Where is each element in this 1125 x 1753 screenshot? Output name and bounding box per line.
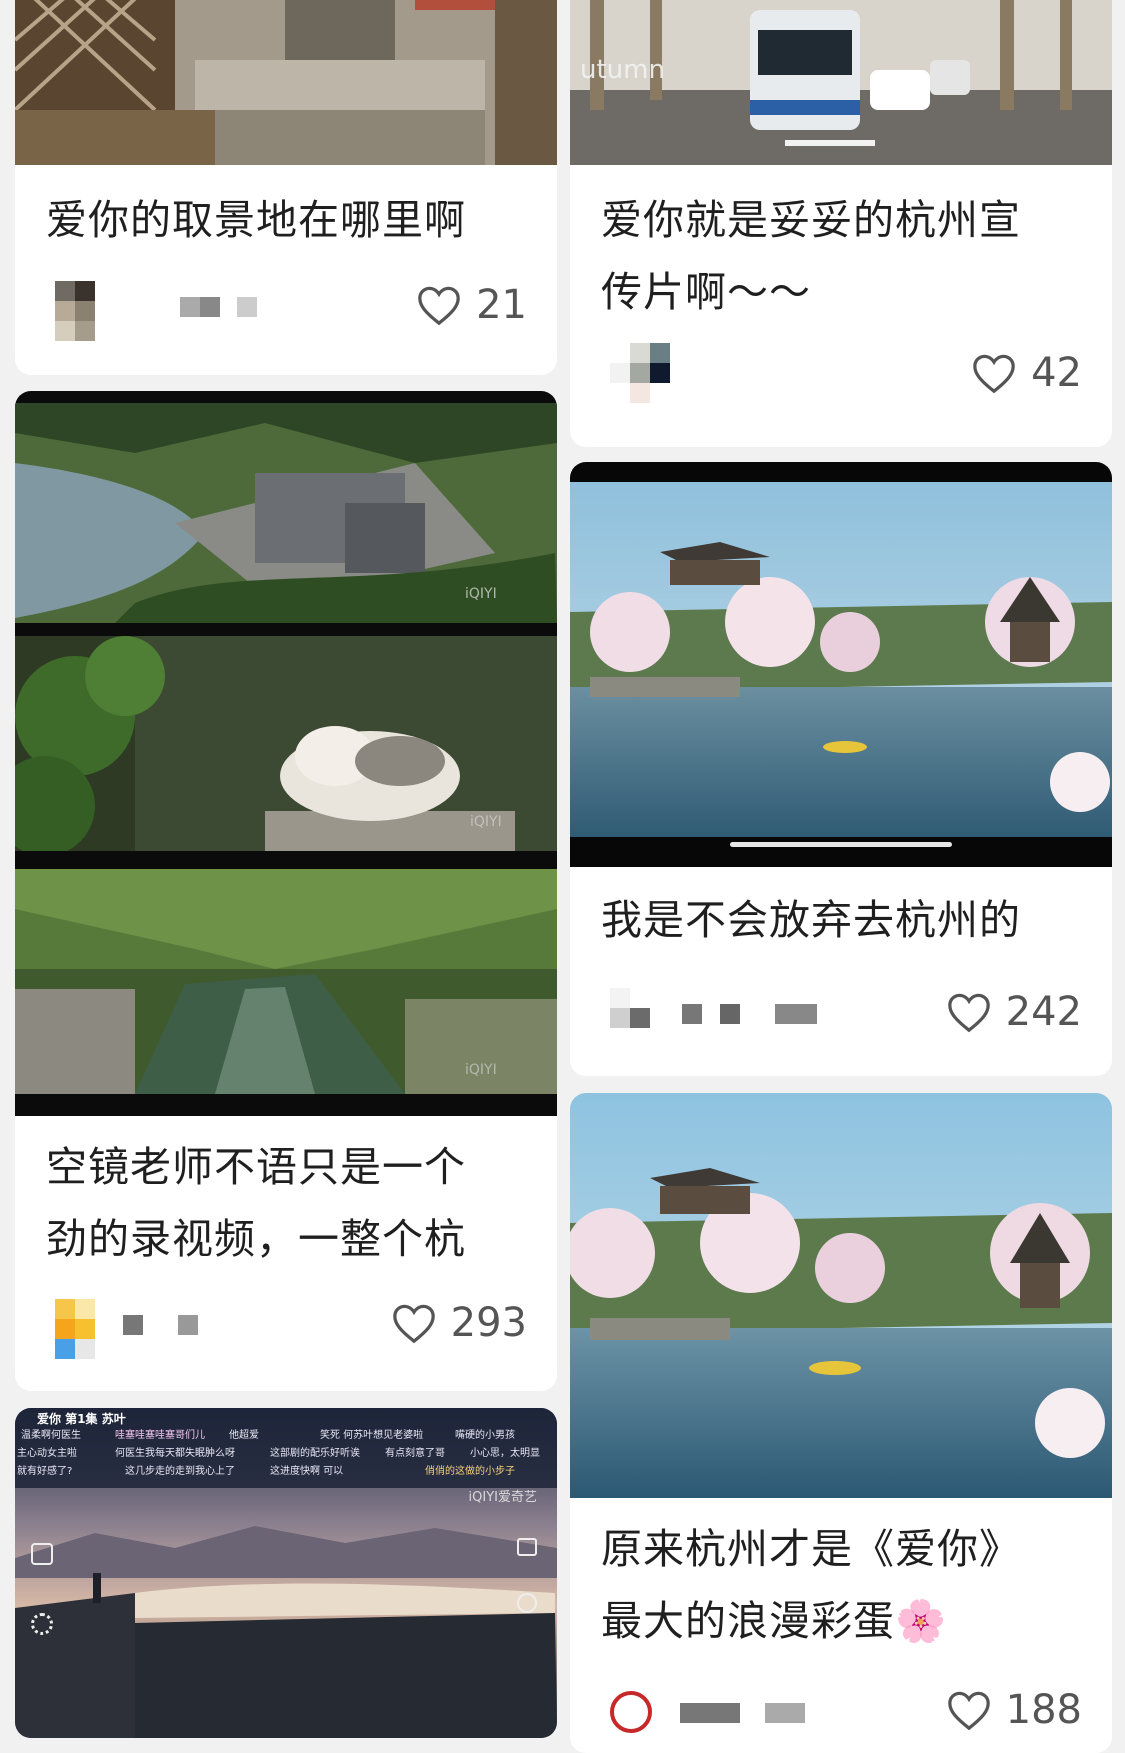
author-avatar[interactable] xyxy=(610,1691,652,1733)
clip-icon[interactable] xyxy=(517,1593,537,1613)
post-card-5[interactable]: 原来杭州才是《爱你》 最大的浪漫彩蛋🌸 188 xyxy=(570,1093,1112,1753)
like-count: 21 xyxy=(476,282,527,328)
post-card-6[interactable]: 爱你 第1集 苏叶 温柔啊何医生 哇塞哇塞哇塞哥们儿 他超爱 笑死 何苏叶想见老… xyxy=(15,1408,557,1738)
post-card-3[interactable]: iQIYI iQIYI iQIYI 空镜老师不语只是一个 劲的录视频，一整个杭 xyxy=(15,391,557,1391)
post-card-2[interactable]: utumn 爱你就是妥妥的杭州宣 传片啊～～ 42 xyxy=(570,0,1112,447)
post-title: 爱你的取景地在哪里啊 xyxy=(46,196,466,244)
svg-text:iQIYI: iQIYI xyxy=(470,814,502,830)
like-count: 293 xyxy=(450,1300,527,1346)
post-image-steps[interactable] xyxy=(15,0,557,165)
post-title: 原来杭州才是《爱你》 最大的浪漫彩蛋🌸 xyxy=(601,1525,1021,1645)
post-image-lake-pavilion[interactable] xyxy=(570,462,1112,867)
like-button[interactable]: 188 xyxy=(946,1680,1082,1740)
like-count: 242 xyxy=(1005,989,1082,1035)
author-avatar[interactable] xyxy=(55,281,97,341)
svg-text:iQIYI: iQIYI xyxy=(465,1062,497,1078)
heart-outline-icon xyxy=(947,993,990,1033)
author-avatar[interactable] xyxy=(55,1299,97,1359)
like-count: 188 xyxy=(1005,1687,1082,1733)
screenshot-icon[interactable] xyxy=(517,1538,537,1556)
watermark-text: iQIYI xyxy=(465,586,497,602)
like-button[interactable]: 42 xyxy=(971,343,1082,403)
like-button[interactable]: 21 xyxy=(416,275,527,335)
heart-outline-icon xyxy=(947,1691,990,1731)
post-meta: 242 xyxy=(570,982,1112,1042)
post-image-player[interactable]: 爱你 第1集 苏叶 温柔啊何医生 哇塞哇塞哇塞哥们儿 他超爱 笑死 何苏叶想见老… xyxy=(15,1408,557,1738)
collage-cat: iQIYI xyxy=(15,636,557,851)
post-meta: 293 xyxy=(15,1293,557,1359)
post-meta: 42 xyxy=(570,343,1112,403)
post-title: 爱你就是妥妥的杭州宣 传片啊～～ xyxy=(601,196,1021,316)
post-image-lake-pavilion-2[interactable] xyxy=(570,1093,1112,1498)
post-title: 我是不会放弃去杭州的 xyxy=(601,896,1021,944)
like-button[interactable]: 242 xyxy=(946,982,1082,1042)
player-watermark: iQIYI爱奇艺 xyxy=(468,1490,537,1505)
post-image-collage[interactable]: iQIYI iQIYI iQIYI xyxy=(15,391,557,1116)
heart-outline-icon xyxy=(973,354,1015,394)
heart-outline-icon xyxy=(392,1304,435,1344)
collage-aerial: iQIYI xyxy=(15,403,557,623)
settings-icon[interactable] xyxy=(31,1613,53,1635)
like-button[interactable]: 293 xyxy=(391,1293,527,1353)
post-card-4[interactable]: 我是不会放弃去杭州的 242 xyxy=(570,462,1112,1076)
post-title: 空镜老师不语只是一个 劲的录视频，一整个杭 xyxy=(46,1143,466,1263)
collage-canal: iQIYI xyxy=(15,869,557,1094)
post-card-1[interactable]: 爱你的取景地在哪里啊 21 xyxy=(15,0,557,375)
danmaku-layer: 温柔啊何医生 哇塞哇塞哇塞哥们儿 他超爱 笑死 何苏叶想见老婆啦 嘴硬的小男孩 … xyxy=(17,1430,540,1477)
author-avatar[interactable] xyxy=(610,988,652,1048)
post-image-street-bus[interactable]: utumn xyxy=(570,0,1112,165)
heart-outline-icon xyxy=(418,286,460,326)
post-meta: 188 xyxy=(570,1683,1112,1743)
video-progress-bar[interactable] xyxy=(730,842,952,847)
post-meta: 21 xyxy=(15,275,557,341)
author-avatar[interactable] xyxy=(610,343,670,403)
like-count: 42 xyxy=(1031,350,1082,396)
lock-icon[interactable] xyxy=(31,1543,53,1565)
bus-sign-text: utumn xyxy=(580,55,665,85)
